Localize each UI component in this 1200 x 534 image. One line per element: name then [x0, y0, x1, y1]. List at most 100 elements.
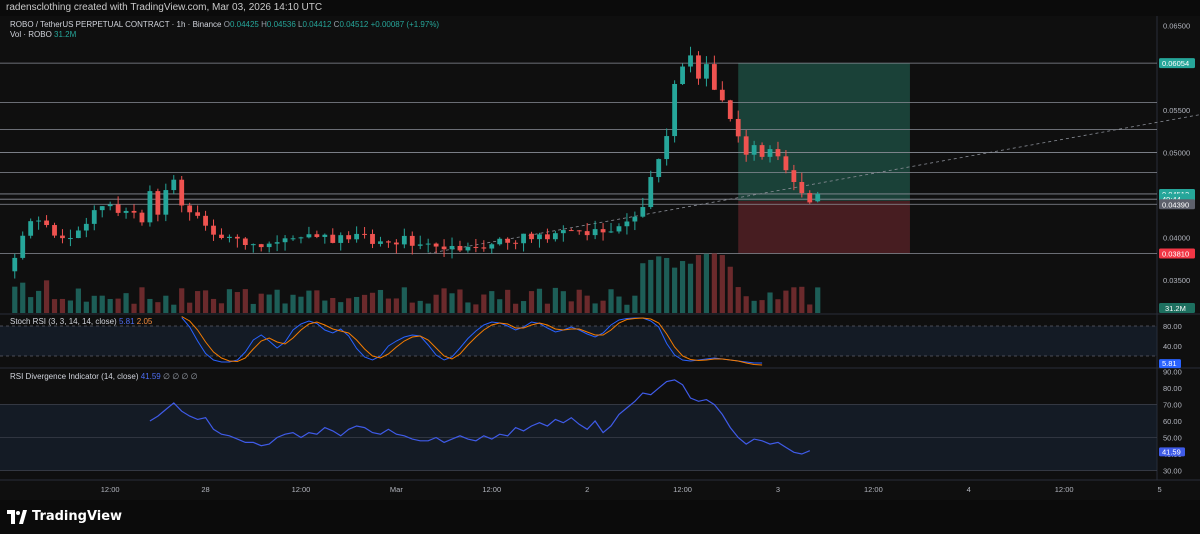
volume-bar: [767, 292, 773, 313]
candle-body: [783, 156, 789, 171]
volume-bar: [560, 291, 566, 313]
stoch-tick-label: 80.00: [1163, 322, 1182, 331]
candle-body: [688, 55, 693, 67]
volume-bar: [584, 295, 590, 313]
candle-body: [576, 230, 582, 232]
volume-bar: [163, 295, 169, 313]
candle-body: [489, 244, 495, 249]
rsi-extra: ∅ ∅ ∅ ∅: [163, 372, 198, 381]
candle-body: [139, 212, 145, 223]
volume-bar: [433, 294, 439, 313]
candle-body: [735, 118, 741, 137]
rsi-label[interactable]: RSI Divergence Indicator (14, close): [10, 372, 139, 381]
candle-body: [759, 145, 765, 157]
candle-body: [608, 231, 614, 233]
candle-body: [417, 244, 423, 246]
volume-bar: [75, 288, 81, 313]
candle-body: [52, 225, 57, 236]
candle-body: [195, 212, 201, 216]
candle-body: [521, 233, 526, 244]
rsi-tick-label: 90.00: [1163, 368, 1182, 377]
volume-bar: [218, 303, 225, 313]
volume-bar: [274, 289, 280, 313]
volume-bar: [473, 304, 479, 313]
candle-body: [664, 136, 670, 160]
volume-bar: [481, 294, 487, 313]
volume-value: 31.2M: [54, 30, 77, 39]
rsi-tick-label: 80.00: [1163, 384, 1182, 393]
candle-body: [306, 234, 312, 238]
volume-bar: [687, 263, 694, 313]
volume-bar: [528, 291, 535, 313]
footer-bar: [0, 500, 1200, 534]
volume-bar: [632, 295, 638, 313]
volume-bar: [91, 295, 97, 313]
candle-body: [656, 159, 662, 178]
rsi-value-badge-label: 41.59: [1162, 447, 1181, 456]
candle-body: [83, 223, 89, 231]
volume-bar: [449, 293, 455, 313]
stoch-k-value: 5.81: [118, 317, 135, 326]
candle-body: [568, 230, 574, 232]
volume-bar: [12, 286, 18, 313]
volume-bar: [600, 300, 606, 313]
candle-body: [266, 243, 272, 248]
volume-bar: [576, 289, 582, 313]
price-tick-label: 0.06500: [1163, 21, 1190, 30]
rsi-value: 41.59: [140, 372, 161, 381]
volume-bar: [703, 253, 710, 313]
volume-bar: [99, 295, 105, 313]
rsi-tick-label: 70.00: [1163, 401, 1182, 410]
time-tick-label: 2: [585, 485, 589, 494]
chart-canvas[interactable]: 0.06500 0.05500 0.05000 0.04000 0.03500 0.060…: [0, 16, 1200, 500]
candle-body: [401, 235, 407, 245]
candle-body: [179, 179, 185, 206]
volume-bar: [314, 290, 320, 313]
price-tick-label: 0.04000: [1163, 233, 1190, 242]
candle-body: [624, 221, 630, 227]
stoch-rsi-label[interactable]: Stoch RSI (3, 3, 14, 14, close): [10, 317, 117, 326]
volume-bar: [250, 303, 256, 313]
volume-bar: [210, 298, 217, 313]
volume-bar: [759, 300, 765, 313]
tradingview-logo-text: TradingView: [32, 509, 123, 524]
volume-label[interactable]: Vol · ROBO: [10, 30, 52, 39]
volume-bar: [354, 296, 360, 313]
candle-body: [163, 190, 169, 215]
price-badge-label: 0.04390: [1162, 200, 1189, 209]
volume-bar: [592, 303, 598, 313]
candle-body: [250, 244, 256, 246]
symbol-name[interactable]: ROBO / TetherUS PERPETUAL CONTRACT · 1h …: [10, 20, 221, 29]
candle-body: [298, 237, 304, 239]
volume-bar: [791, 287, 797, 313]
change-value: +0.00087 (+1.97%): [370, 20, 440, 29]
candle-body: [552, 233, 558, 240]
candle-body: [433, 243, 439, 247]
open-value: 0.04425: [229, 20, 259, 29]
volume-bar: [648, 259, 654, 313]
candle-body: [147, 191, 153, 223]
candle-body: [123, 210, 129, 213]
volume-bar: [544, 303, 551, 313]
volume-bar: [226, 289, 233, 313]
volume-bar: [43, 280, 50, 313]
volume-bar: [107, 298, 113, 313]
candle-body: [648, 177, 654, 208]
candle-body: [227, 236, 232, 238]
volume-bar: [393, 298, 399, 313]
volume-bar: [346, 298, 352, 313]
volume-bar: [727, 266, 733, 313]
volume-bar: [711, 253, 717, 313]
price-tick-label: 0.05500: [1163, 106, 1190, 115]
tradingview-logo[interactable]: TradingView: [7, 509, 122, 524]
volume-bar: [59, 298, 66, 313]
time-tick-label: 3: [776, 485, 780, 494]
candle-body: [672, 83, 678, 137]
candle-body: [529, 233, 534, 240]
volume-bar: [377, 289, 384, 313]
candle-body: [457, 245, 463, 251]
volume-bar: [815, 287, 821, 313]
volume-bar: [28, 297, 34, 313]
candle-body: [91, 210, 97, 224]
rsi-tick-label: 50.00: [1163, 433, 1182, 442]
